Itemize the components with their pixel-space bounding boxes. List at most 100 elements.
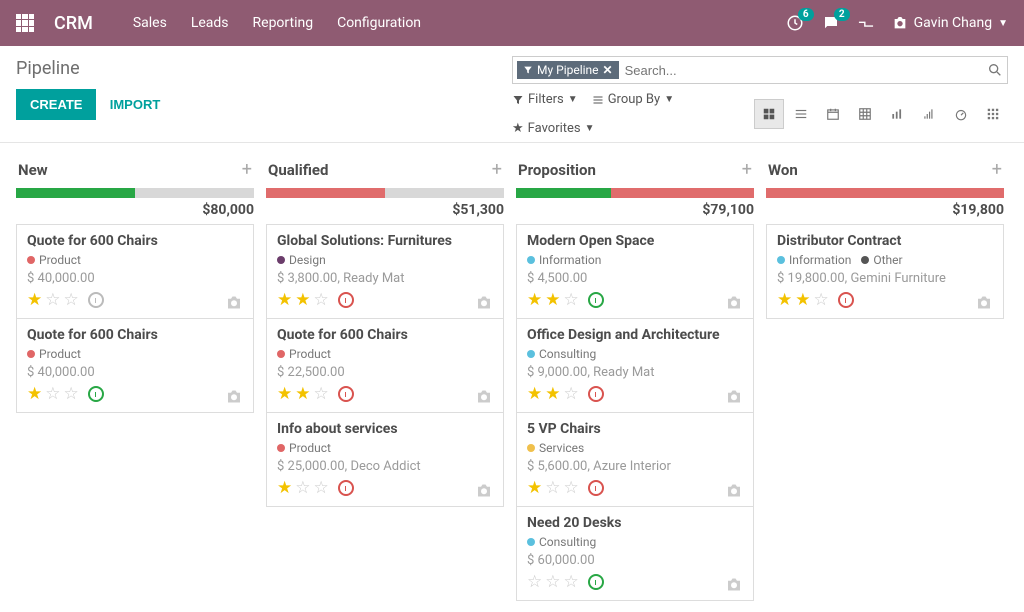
kanban-card[interactable]: Quote for 600 ChairsProduct$ 22,500.00★★…: [266, 318, 504, 413]
attachment-camera-icon[interactable]: [725, 577, 743, 592]
activity-indicator-icon[interactable]: [838, 292, 854, 308]
star-icon[interactable]: ☆: [564, 572, 579, 592]
attachment-camera-icon[interactable]: [725, 389, 743, 404]
nav-sales[interactable]: Sales: [133, 15, 167, 31]
kanban-card[interactable]: Global Solutions: FurnituresDesign$ 3,80…: [266, 224, 504, 319]
star-icon[interactable]: ☆: [64, 384, 79, 404]
view-graph-button[interactable]: [882, 99, 912, 129]
kanban-card[interactable]: Quote for 600 ChairsProduct$ 40,000.00★☆…: [16, 318, 254, 413]
attachment-camera-icon[interactable]: [725, 295, 743, 310]
activity-indicator-icon[interactable]: [588, 480, 604, 496]
attachment-camera-icon[interactable]: [475, 483, 493, 498]
kanban-progress-bar[interactable]: [516, 188, 754, 198]
star-icon[interactable]: ★: [777, 290, 792, 310]
priority-stars[interactable]: ★☆☆: [527, 478, 743, 498]
kanban-quick-create-button[interactable]: +: [992, 159, 1002, 180]
activity-indicator-icon[interactable]: [588, 292, 604, 308]
attachment-camera-icon[interactable]: [725, 483, 743, 498]
star-icon[interactable]: ☆: [545, 572, 560, 592]
create-button[interactable]: CREATE: [16, 89, 96, 120]
priority-stars[interactable]: ★★☆: [277, 384, 493, 404]
kanban-card[interactable]: 5 VP ChairsServices$ 5,600.00, Azure Int…: [516, 412, 754, 507]
kanban-progress-bar[interactable]: [266, 188, 504, 198]
star-icon[interactable]: ★: [545, 290, 560, 310]
kanban-card[interactable]: Need 20 DesksConsulting$ 60,000.00☆☆☆: [516, 506, 754, 601]
priority-stars[interactable]: ★☆☆: [277, 478, 493, 498]
priority-stars[interactable]: ★☆☆: [27, 384, 243, 404]
nav-reporting[interactable]: Reporting: [253, 15, 314, 31]
star-icon[interactable]: ☆: [564, 384, 579, 404]
activity-clock-icon[interactable]: 6: [786, 14, 804, 32]
kanban-card[interactable]: Distributor ContractInformationOther$ 19…: [766, 224, 1004, 319]
activity-indicator-icon[interactable]: [88, 386, 104, 402]
star-icon[interactable]: ★: [795, 290, 810, 310]
attachment-camera-icon[interactable]: [225, 295, 243, 310]
view-activity-button[interactable]: [978, 99, 1008, 129]
filters-button[interactable]: Filters ▼: [512, 92, 578, 107]
priority-stars[interactable]: ★★☆: [777, 290, 993, 310]
priority-stars[interactable]: ☆☆☆: [527, 572, 743, 592]
star-icon[interactable]: ☆: [564, 478, 579, 498]
star-icon[interactable]: ★: [277, 478, 292, 498]
view-dashboard-button[interactable]: [946, 99, 976, 129]
star-icon[interactable]: ☆: [314, 384, 329, 404]
kanban-column-title[interactable]: Proposition: [518, 161, 596, 179]
activity-indicator-icon[interactable]: [338, 386, 354, 402]
attachment-camera-icon[interactable]: [975, 295, 993, 310]
kanban-column-title[interactable]: Won: [768, 161, 798, 179]
attachment-camera-icon[interactable]: [475, 389, 493, 404]
star-icon[interactable]: ☆: [45, 290, 60, 310]
search-facet-remove[interactable]: ✕: [603, 63, 613, 77]
star-icon[interactable]: ☆: [45, 384, 60, 404]
star-icon[interactable]: ☆: [314, 478, 329, 498]
view-kanban-button[interactable]: [754, 99, 784, 129]
kanban-card[interactable]: Office Design and ArchitectureConsulting…: [516, 318, 754, 413]
star-icon[interactable]: ★: [277, 290, 292, 310]
view-list-button[interactable]: [786, 99, 816, 129]
attachment-camera-icon[interactable]: [475, 295, 493, 310]
messages-icon[interactable]: 2: [822, 14, 840, 32]
star-icon[interactable]: ☆: [527, 572, 542, 592]
kanban-quick-create-button[interactable]: +: [492, 159, 502, 180]
star-icon[interactable]: ☆: [64, 290, 79, 310]
star-icon[interactable]: ★: [27, 384, 42, 404]
priority-stars[interactable]: ★★☆: [527, 290, 743, 310]
activity-indicator-icon[interactable]: [588, 386, 604, 402]
star-icon[interactable]: ★: [545, 384, 560, 404]
apps-icon[interactable]: [16, 14, 34, 32]
groupby-button[interactable]: Group By ▼: [592, 92, 674, 107]
kanban-column-title[interactable]: Qualified: [268, 161, 328, 179]
search-input[interactable]: [625, 63, 987, 78]
star-icon[interactable]: ★: [27, 290, 42, 310]
user-menu[interactable]: Gavin Chang ▼: [892, 15, 1008, 31]
star-icon[interactable]: ★: [527, 478, 542, 498]
view-calendar-button[interactable]: [818, 99, 848, 129]
star-icon[interactable]: ★: [295, 290, 310, 310]
priority-stars[interactable]: ★★☆: [277, 290, 493, 310]
star-icon[interactable]: ☆: [564, 290, 579, 310]
kanban-progress-bar[interactable]: [766, 188, 1004, 198]
activity-indicator-icon[interactable]: [588, 574, 604, 590]
favorites-button[interactable]: ★ Favorites ▼: [512, 121, 750, 136]
star-icon[interactable]: ☆: [814, 290, 829, 310]
priority-stars[interactable]: ★☆☆: [27, 290, 243, 310]
star-icon[interactable]: ★: [277, 384, 292, 404]
kanban-quick-create-button[interactable]: +: [742, 159, 752, 180]
search-facet[interactable]: My Pipeline ✕: [517, 61, 619, 79]
activity-indicator-icon[interactable]: [338, 292, 354, 308]
kanban-card[interactable]: Info about servicesProduct$ 25,000.00, D…: [266, 412, 504, 507]
kanban-column-title[interactable]: New: [18, 161, 48, 179]
star-icon[interactable]: ★: [527, 384, 542, 404]
kanban-progress-bar[interactable]: [16, 188, 254, 198]
star-icon[interactable]: ☆: [314, 290, 329, 310]
view-pivot-button[interactable]: [850, 99, 880, 129]
nav-configuration[interactable]: Configuration: [337, 15, 421, 31]
activity-indicator-icon[interactable]: [338, 480, 354, 496]
search-box[interactable]: My Pipeline ✕: [512, 56, 1008, 84]
nav-leads[interactable]: Leads: [191, 15, 229, 31]
star-icon[interactable]: ☆: [295, 478, 310, 498]
search-icon[interactable]: [987, 62, 1003, 78]
star-icon[interactable]: ★: [295, 384, 310, 404]
activity-indicator-icon[interactable]: [88, 292, 104, 308]
star-icon[interactable]: ★: [527, 290, 542, 310]
